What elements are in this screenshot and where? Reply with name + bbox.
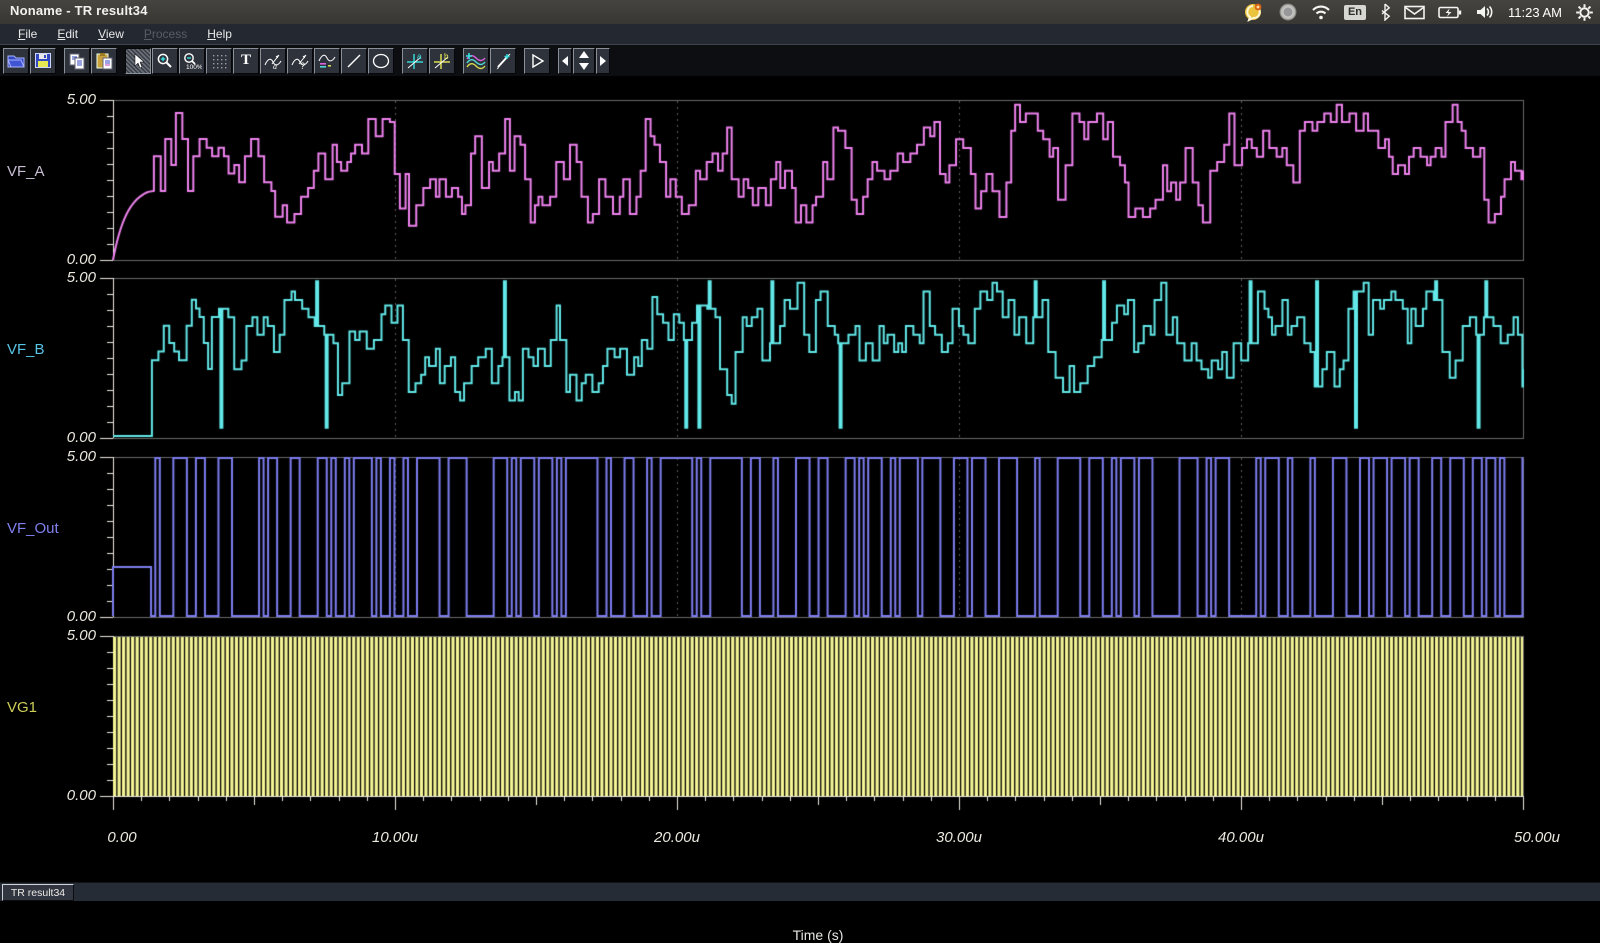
svg-text:a: a — [417, 52, 422, 61]
y-max-label: 5.00 — [34, 91, 96, 108]
axis-a-button[interactable]: a — [402, 48, 428, 74]
menu-help[interactable]: Help — [197, 25, 242, 43]
svg-text:?: ? — [300, 61, 305, 70]
save-button[interactable] — [30, 48, 56, 74]
svg-text:b: b — [444, 52, 449, 61]
signal-label-vf_a: VF_A — [7, 163, 107, 180]
x-tick-label: 40.00u — [1199, 829, 1283, 846]
axis-b-button[interactable]: b — [429, 48, 455, 74]
menu-view[interactable]: View — [88, 25, 134, 43]
probe-button[interactable] — [490, 48, 516, 74]
run-button[interactable] — [524, 48, 550, 74]
waveform-canvas[interactable] — [0, 76, 1600, 882]
x-tick-label: 20.00u — [635, 829, 719, 846]
open-button[interactable] — [3, 48, 29, 74]
x-axis-title: Time (s) — [768, 927, 868, 943]
toolbar-group: 100% Ta? — [125, 48, 395, 74]
curve-legend-button[interactable] — [314, 48, 340, 74]
paste-button[interactable] — [91, 48, 117, 74]
curve-info-query-button[interactable]: ? — [287, 48, 313, 74]
y-max-label: 5.00 — [34, 448, 96, 465]
waveform-plot-region: VF_A5.000.00VF_B5.000.00VF_Out5.000.00VG… — [0, 76, 1600, 882]
menu-file[interactable]: File — [8, 25, 47, 43]
menu-edit[interactable]: Edit — [47, 25, 88, 43]
toolbar-group — [524, 48, 551, 74]
system-top-panel: Noname - TR result34 En 11:23 AM — [0, 0, 1600, 24]
toolbar-group — [463, 48, 517, 74]
curve-info-a-button[interactable]: a — [260, 48, 286, 74]
toolbar: 100%Ta?ab — [0, 45, 1600, 76]
nav-left-button[interactable] — [558, 48, 572, 74]
line-button[interactable] — [341, 48, 367, 74]
system-tray: En 11:23 AM — [1243, 0, 1594, 24]
y-min-label: 0.00 — [34, 429, 96, 446]
window-title: Noname - TR result34 — [10, 3, 148, 18]
nav-up-button[interactable] — [579, 49, 589, 61]
signal-label-vf_out: VF_Out — [7, 520, 107, 537]
nav-right-button[interactable] — [596, 48, 610, 74]
copy-button[interactable] — [64, 48, 90, 74]
svg-text:a: a — [273, 62, 277, 70]
result-tab-bar: TR result34 — [0, 882, 1600, 901]
add-curve-button[interactable] — [463, 48, 489, 74]
signal-label-vg1: VG1 — [7, 699, 107, 716]
messaging-icon[interactable] — [1243, 2, 1265, 22]
zoom-in-button[interactable] — [152, 48, 178, 74]
x-tick-label: 30.00u — [917, 829, 1001, 846]
grid-button[interactable] — [206, 48, 232, 74]
menu-process: Process — [134, 25, 197, 43]
battery-icon[interactable] — [1438, 2, 1462, 22]
toolbar-group — [3, 48, 57, 74]
volume-icon[interactable] — [1475, 2, 1495, 22]
text-button[interactable]: T — [233, 48, 259, 74]
y-max-label: 5.00 — [34, 627, 96, 644]
tab-label: TR result34 — [11, 887, 65, 899]
x-tick-label: 50.00u — [1495, 829, 1579, 846]
clock-text[interactable]: 11:23 AM — [1508, 5, 1562, 20]
wifi-icon[interactable] — [1311, 2, 1331, 22]
signal-label-vf_b: VF_B — [7, 341, 107, 358]
nav-down-button[interactable] — [579, 61, 589, 73]
keyboard-layout-indicator[interactable]: En — [1344, 5, 1366, 20]
session-gear-icon[interactable] — [1575, 2, 1594, 22]
select-cursor-button[interactable] — [125, 48, 151, 74]
x-tick-label: 10.00u — [353, 829, 437, 846]
menubar: FileEditViewProcessHelp — [0, 24, 1600, 45]
toolbar-group: ab — [402, 48, 456, 74]
svg-text:100%: 100% — [186, 64, 202, 70]
toolbar-group — [64, 48, 118, 74]
y-min-label: 0.00 — [34, 608, 96, 625]
bluetooth-icon[interactable] — [1379, 2, 1391, 22]
y-max-label: 5.00 — [34, 269, 96, 286]
toolbar-group — [558, 48, 611, 74]
mail-icon[interactable] — [1404, 2, 1425, 22]
y-min-label: 0.00 — [34, 251, 96, 268]
x-tick-label: 0.00 — [80, 829, 164, 846]
status-orb-icon[interactable] — [1278, 2, 1298, 22]
nav-spin-button[interactable] — [573, 48, 595, 74]
tab-tr-result34[interactable]: TR result34 — [2, 884, 74, 901]
zoom-100-button[interactable]: 100% — [179, 48, 205, 74]
y-min-label: 0.00 — [34, 787, 96, 804]
ellipse-button[interactable] — [368, 48, 394, 74]
